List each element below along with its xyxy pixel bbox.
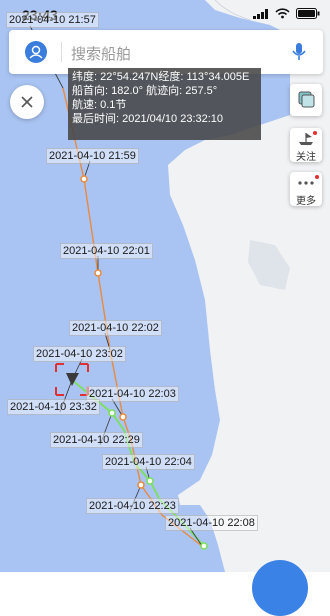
follow-ship-icon bbox=[299, 131, 317, 145]
info-heading: 船首向: 182.0° 航迹向: 257.5° bbox=[72, 85, 218, 97]
divider bbox=[61, 42, 62, 62]
track-time-label: 2021-04-10 22:04 bbox=[102, 454, 195, 470]
track-point bbox=[80, 175, 88, 183]
track-point bbox=[137, 481, 145, 489]
track-time-label: 2021-04-10 22:23 bbox=[86, 498, 179, 514]
track-point bbox=[94, 269, 102, 277]
info-coordinates: 纬度: 22°54.247N经度: 113°34.005E bbox=[72, 71, 250, 83]
close-button[interactable] bbox=[10, 85, 44, 119]
microphone-icon[interactable] bbox=[289, 41, 309, 63]
user-avatar-icon[interactable] bbox=[25, 41, 47, 63]
battery-icon bbox=[296, 8, 320, 19]
track-time-label: 2021-04-10 22:03 bbox=[86, 386, 179, 402]
close-icon bbox=[21, 96, 33, 108]
locate-button[interactable] bbox=[252, 560, 308, 616]
info-last-time: 最后时间: 2021/04/10 23:32:10 bbox=[72, 113, 224, 125]
more-button[interactable]: 更多 bbox=[290, 172, 322, 207]
ship-info-popup: 纬度: 22°54.247N经度: 113°34.005E 船首向: 182.0… bbox=[68, 68, 261, 140]
wifi-icon bbox=[275, 8, 290, 19]
recent-track-point bbox=[200, 542, 208, 550]
follow-label: 关注 bbox=[296, 152, 316, 163]
track-point bbox=[119, 413, 127, 421]
recent-track-point bbox=[146, 477, 154, 485]
more-label: 更多 bbox=[296, 196, 316, 207]
track-time-label: 2021-04-10 22:01 bbox=[60, 243, 153, 259]
info-speed: 航速: 0.1节 bbox=[72, 99, 127, 111]
signal-icon bbox=[253, 8, 268, 19]
track-time-label: 2021-04-10 23:02 bbox=[33, 346, 126, 362]
track-time-label: 2021-04-10 22:08 bbox=[165, 515, 258, 531]
search-input[interactable]: 搜索船舶 bbox=[71, 43, 131, 64]
recent-track-point bbox=[108, 409, 116, 417]
track-time-label: 2021-04-10 21:59 bbox=[46, 148, 139, 164]
track-time-label: 2021-04-10 22:29 bbox=[50, 432, 143, 448]
layers-icon bbox=[298, 91, 315, 108]
more-icon bbox=[298, 175, 319, 185]
follow-button[interactable]: 关注 bbox=[290, 128, 322, 163]
track-time-label: 2021-04-10 23:32 bbox=[7, 399, 100, 415]
track-time-label: 2021-04-10 22:02 bbox=[69, 320, 162, 336]
layer-toggle-button[interactable] bbox=[290, 84, 322, 116]
track-time-label: 2021-04-10 21:57 bbox=[6, 12, 99, 28]
